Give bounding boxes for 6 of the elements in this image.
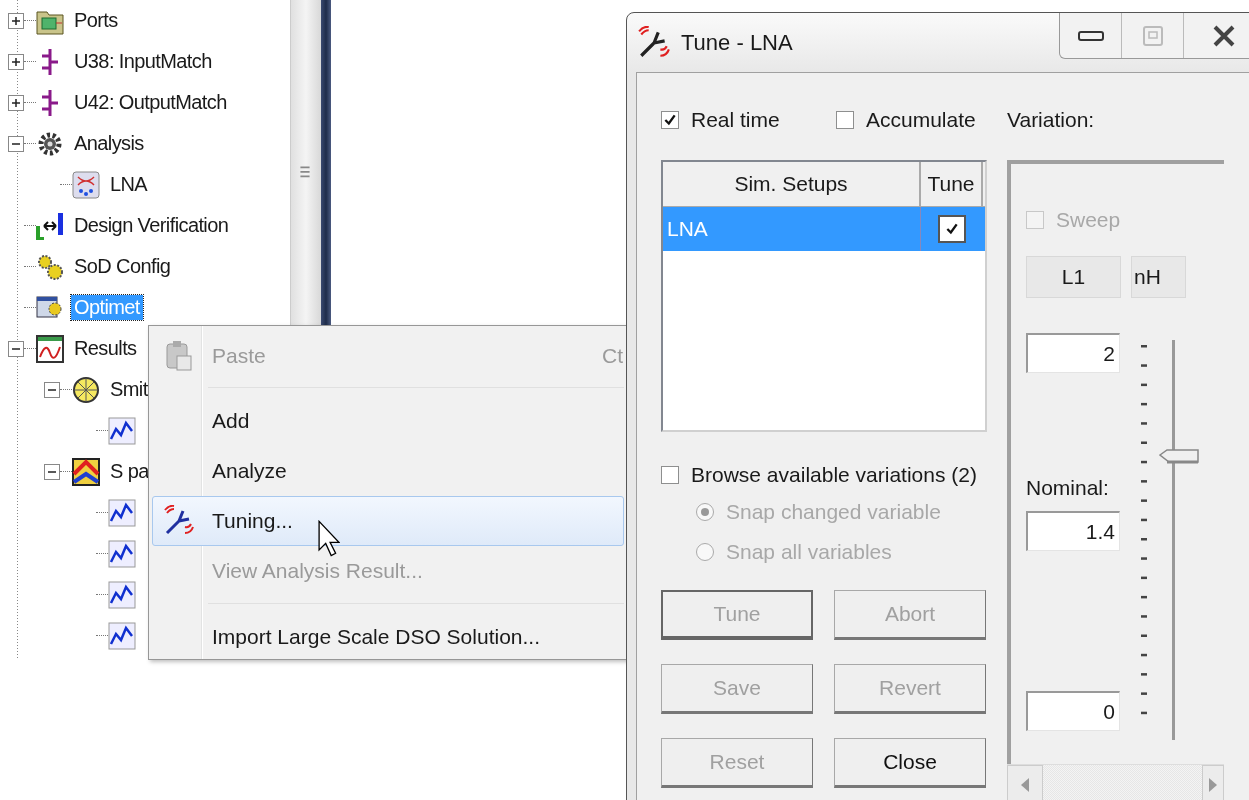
variable-name: L1 xyxy=(1026,256,1121,298)
table-cell: LNA xyxy=(663,207,921,251)
unit-label: nH xyxy=(1131,256,1186,298)
variation-label: Variation: xyxy=(1007,107,1096,133)
window-title: Tune - LNA xyxy=(681,29,793,56)
nominal-label: Nominal: xyxy=(1026,476,1110,501)
